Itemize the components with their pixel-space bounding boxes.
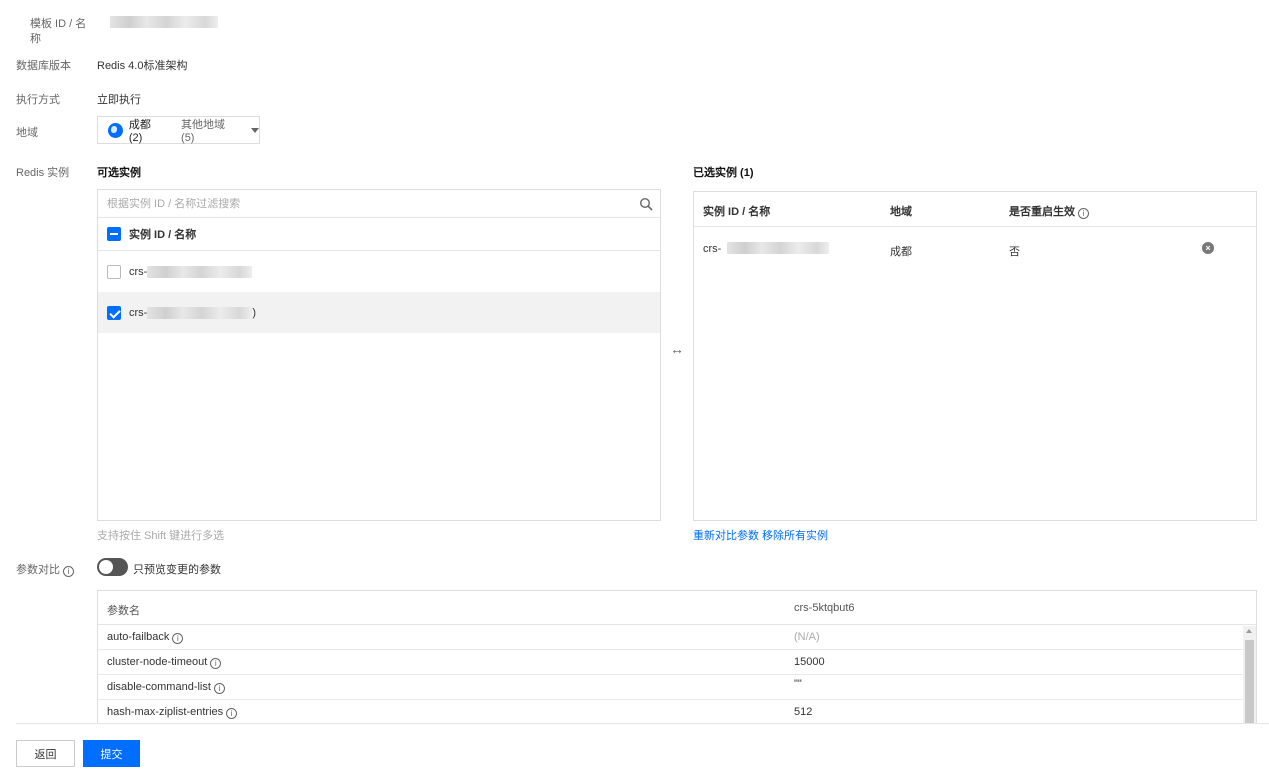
table-row: auto-failback i (N/A) xyxy=(98,625,1256,650)
template-id-value xyxy=(110,16,218,31)
region-label: 地域 xyxy=(16,127,38,139)
list-item[interactable]: crs- xyxy=(98,251,660,292)
available-title: 可选实例 xyxy=(97,167,141,179)
col-region: 地域 xyxy=(890,206,912,218)
list-item[interactable]: crs- ) xyxy=(98,292,660,333)
compare-label: 参数对比 i xyxy=(16,561,74,577)
db-version-label: 数据库版本 xyxy=(16,60,71,72)
table-row: crs- 成都 否 × xyxy=(694,227,1256,271)
db-version-value: Redis 4.0标准架构 xyxy=(97,60,188,72)
transfer-arrow-icon: ↔ xyxy=(670,341,684,357)
table-row: disable-command-list i "" xyxy=(98,675,1256,700)
instance-id-redacted xyxy=(147,265,253,278)
param-table-header: 参数名 crs-5ktqbut6 xyxy=(98,591,1256,625)
info-icon[interactable]: i xyxy=(210,658,222,669)
param-name: disable-command-list i xyxy=(107,681,225,694)
info-icon[interactable]: i xyxy=(172,633,184,644)
param-name: hash-max-ziplist-entries i xyxy=(107,706,238,719)
remove-instance-icon[interactable]: × xyxy=(1202,242,1214,254)
col-param-name: 参数名 xyxy=(107,605,140,617)
info-icon[interactable]: i xyxy=(63,566,74,577)
back-button[interactable]: 返回 xyxy=(16,740,75,767)
instance-id-prefix: crs- xyxy=(129,265,148,278)
row-checkbox[interactable] xyxy=(107,305,121,320)
search-input[interactable] xyxy=(107,197,627,210)
info-icon[interactable]: i xyxy=(213,683,225,694)
available-instances-panel: 实例 ID / 名称 crs- crs- ) xyxy=(97,189,661,521)
instance-id-suffix: ) xyxy=(252,306,256,319)
param-value: 15000 xyxy=(794,656,825,668)
selected-instance-region: 成都 xyxy=(890,246,912,258)
col-restart: 是否重启生效 i xyxy=(1009,203,1089,219)
region-selected[interactable]: 成都 (2) xyxy=(129,116,167,144)
chevron-down-icon[interactable] xyxy=(251,127,259,133)
param-value: (N/A) xyxy=(794,631,820,643)
search-icon[interactable] xyxy=(639,197,653,211)
template-label: 模板 ID / 名 称 xyxy=(30,18,87,45)
param-name: cluster-node-timeout i xyxy=(107,656,222,669)
preview-changed-toggle[interactable] xyxy=(97,558,128,576)
param-name: auto-failback i xyxy=(107,631,184,644)
param-compare-table: 参数名 crs-5ktqbut6 auto-failback i (N/A) cl… xyxy=(97,590,1257,724)
scroll-up-icon[interactable] xyxy=(1246,629,1252,633)
row-checkbox[interactable] xyxy=(107,264,121,279)
instance-id-redacted xyxy=(147,306,253,319)
col-instance: crs-5ktqbut6 xyxy=(794,602,855,614)
globe-icon xyxy=(108,122,123,138)
remove-all-link[interactable]: 移除所有实例 xyxy=(762,527,828,543)
info-icon[interactable]: i xyxy=(226,708,238,719)
selected-table-header: 实例 ID / 名称 地域 是否重启生效 i xyxy=(694,192,1256,227)
select-all-checkbox[interactable] xyxy=(107,227,121,241)
search-bar xyxy=(98,190,660,218)
info-icon[interactable]: i xyxy=(1078,208,1089,219)
multi-select-hint: 支持按住 Shift 键进行多选 xyxy=(97,530,225,542)
instance-label: Redis 实例 xyxy=(16,167,70,179)
list-header-label: 实例 ID / 名称 xyxy=(129,229,197,241)
table-row: cluster-node-timeout i 15000 xyxy=(98,650,1256,675)
param-value: 512 xyxy=(794,706,813,718)
exec-mode-label: 执行方式 xyxy=(16,94,60,106)
selected-instance-prefix: crs- xyxy=(703,243,722,255)
exec-mode-value: 立即执行 xyxy=(97,94,141,106)
footer-divider xyxy=(16,723,1269,724)
recompare-link[interactable]: 重新对比参数 xyxy=(693,527,759,543)
instance-id-prefix: crs- xyxy=(129,306,148,319)
region-selector[interactable]: 成都 (2) 其他地域 (5) xyxy=(97,116,260,144)
col-instance-id: 实例 ID / 名称 xyxy=(703,206,771,218)
submit-button[interactable]: 提交 xyxy=(83,740,140,767)
table-row: hash-max-ziplist-entries i 512 xyxy=(98,700,1256,724)
selected-title: 已选实例 (1) xyxy=(693,167,754,179)
selected-instance-restart: 否 xyxy=(1009,246,1020,258)
region-other-dropdown[interactable]: 其他地域 (5) xyxy=(181,116,241,144)
list-header: 实例 ID / 名称 xyxy=(98,218,660,251)
param-value: "" xyxy=(794,678,802,690)
selected-instance-redacted xyxy=(727,242,829,257)
toggle-label: 只预览变更的参数 xyxy=(133,564,221,576)
table-scrollbar[interactable] xyxy=(1243,626,1256,724)
scroll-thumb[interactable] xyxy=(1245,640,1254,724)
selected-instances-panel: 实例 ID / 名称 地域 是否重启生效 i crs- 成都 否 × xyxy=(693,191,1257,521)
